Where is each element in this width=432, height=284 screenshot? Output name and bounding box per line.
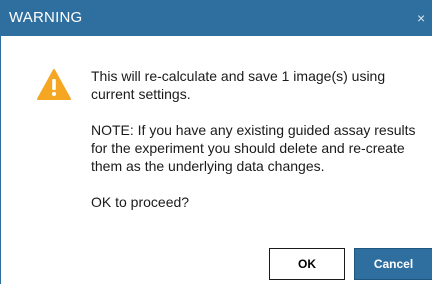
message-recalculate: This will re-calculate and save 1 image(… bbox=[91, 68, 386, 102]
message-note: NOTE: If you have any existing guided as… bbox=[91, 122, 416, 174]
warning-icon bbox=[37, 69, 71, 100]
message-prompt: OK to proceed? bbox=[91, 194, 190, 210]
close-button[interactable]: × bbox=[417, 0, 432, 36]
dialog-title: WARNING bbox=[9, 9, 83, 26]
ok-button[interactable]: OK bbox=[269, 248, 345, 280]
cancel-button[interactable]: Cancel bbox=[354, 248, 432, 280]
dialog-message: This will re-calculate and save 1 image(… bbox=[91, 67, 431, 229]
warning-dialog: WARNING × This will re-calculate and sav… bbox=[0, 0, 432, 284]
dialog-titlebar: WARNING × bbox=[1, 0, 432, 36]
